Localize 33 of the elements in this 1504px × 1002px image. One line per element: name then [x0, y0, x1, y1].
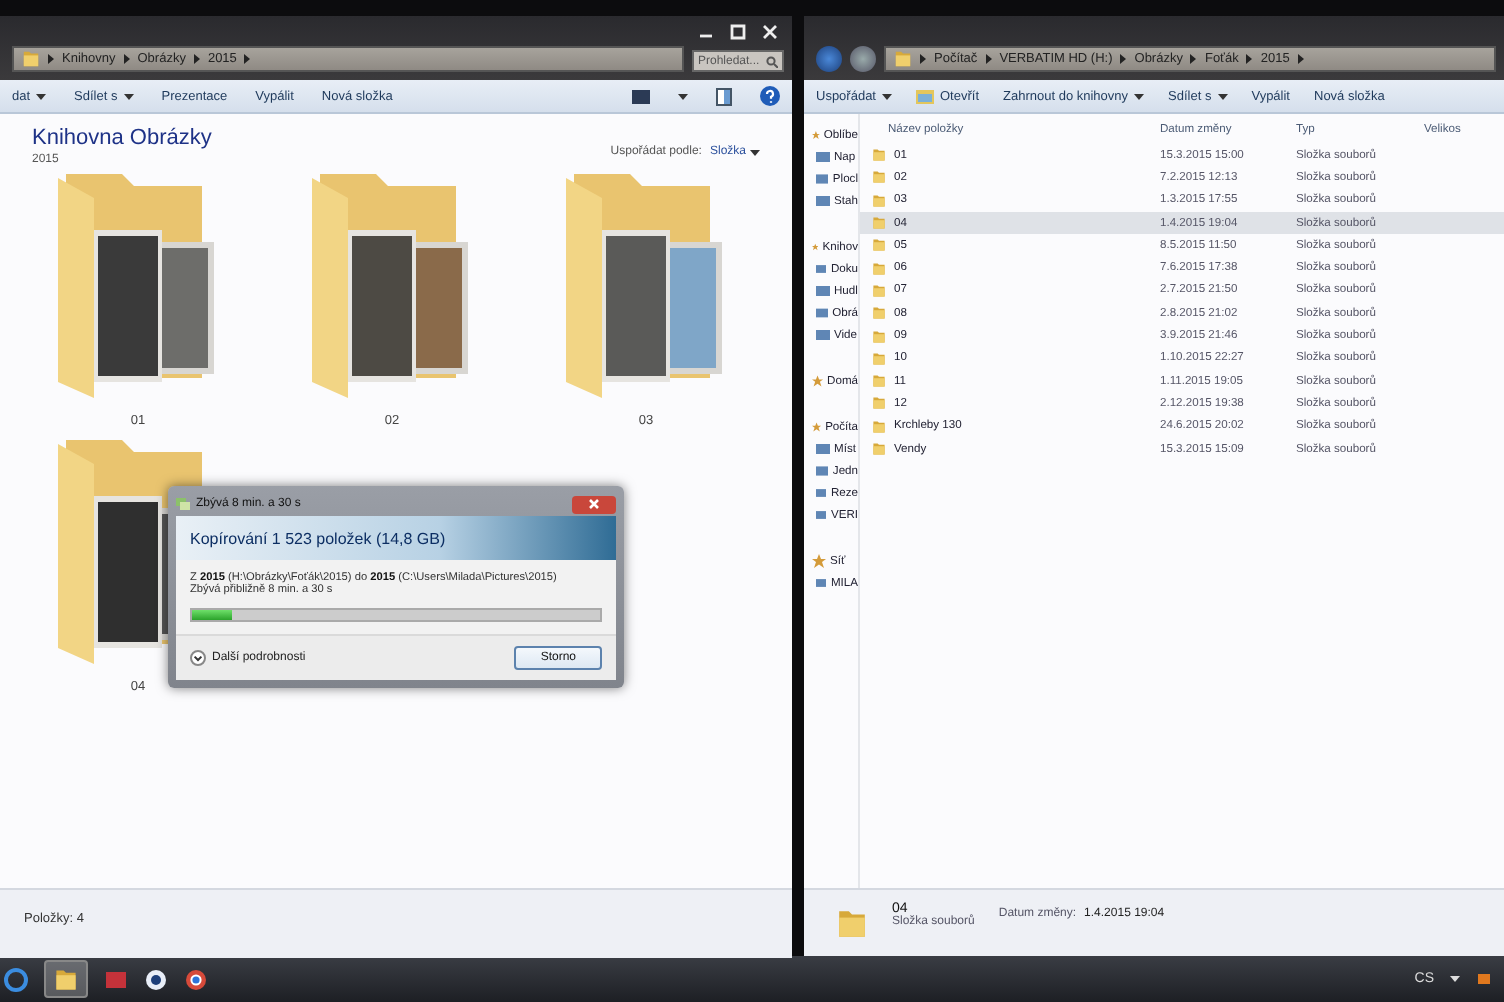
- window-icon: [916, 89, 934, 103]
- breadcrumb-arrow-icon: [123, 54, 130, 64]
- close-icon: [588, 498, 600, 510]
- copy-icon: [176, 498, 190, 510]
- star-icon: [812, 240, 819, 254]
- breadcrumb-arrow-icon: [193, 54, 200, 64]
- close-button[interactable]: [572, 495, 616, 513]
- library-title: Knihovna Obrázky: [32, 126, 212, 150]
- breadcrumb-arrow-icon: [1120, 54, 1127, 64]
- preview-pane-icon[interactable]: [716, 87, 732, 105]
- star-icon: [812, 128, 820, 142]
- help-icon[interactable]: [760, 86, 780, 106]
- breadcrumb-arrow-icon: [48, 54, 54, 64]
- search-icon: [766, 55, 778, 67]
- breadcrumb-arrow-icon: [920, 54, 926, 64]
- folder-taskbar-button[interactable]: [44, 960, 88, 998]
- caret-icon: [1450, 976, 1460, 982]
- breadcrumb-arrow-icon: [1297, 54, 1304, 64]
- star-icon: [812, 374, 824, 388]
- star-icon: [812, 420, 822, 434]
- copy-heading: Kopírování 1 523 položek (14,8 GB): [190, 529, 446, 547]
- forward-button[interactable]: [850, 46, 876, 72]
- breadcrumb-arrow-icon: [244, 54, 251, 64]
- back-button[interactable]: [816, 46, 842, 72]
- breadcrumb-arrow-icon: [1246, 54, 1253, 64]
- star-icon: [812, 554, 826, 568]
- caret-icon: [750, 149, 760, 155]
- chevron-icon: [190, 650, 206, 666]
- breadcrumb-arrow-icon: [1190, 54, 1197, 64]
- caret-icon: [678, 93, 688, 99]
- view-icon[interactable]: [632, 89, 650, 103]
- browser-icon[interactable]: [184, 967, 208, 991]
- breadcrumb-arrow-icon: [985, 54, 992, 64]
